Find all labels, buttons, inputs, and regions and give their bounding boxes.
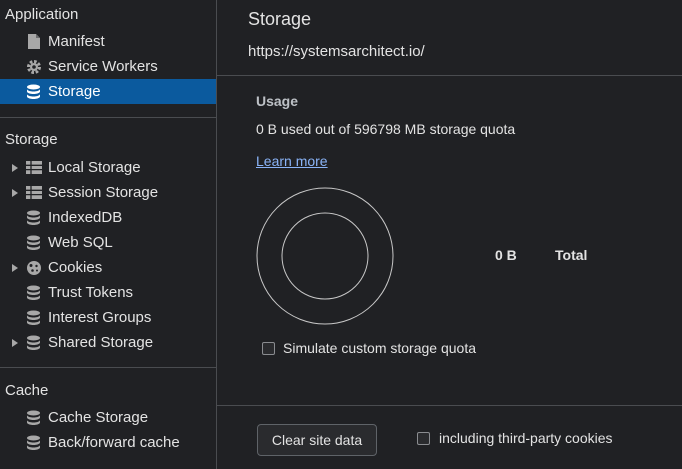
simulate-quota-label: Simulate custom storage quota [283,340,476,356]
sidebar-item-shared-storage[interactable]: Shared Storage [0,330,216,355]
sidebar-item-local-storage[interactable]: Local Storage [0,155,216,180]
sidebar-item-label: Local Storage [48,159,141,176]
database-icon [25,434,42,451]
storage-section-title: Storage [5,131,58,148]
usage-pie-chart [256,187,394,325]
learn-more-link[interactable]: Learn more [256,153,328,169]
expand-arrow-icon[interactable] [12,263,18,272]
expand-arrow-icon[interactable] [12,188,18,197]
sidebar-item-label: Back/forward cache [48,434,180,451]
database-icon [25,83,42,100]
sidebar-item-label: Storage [48,83,101,100]
database-icon [25,234,42,251]
third-party-cookies-row[interactable]: including third-party cookies [417,430,647,448]
clear-site-data-button[interactable]: Clear site data [257,424,377,456]
simulate-quota-checkbox[interactable] [262,342,275,355]
sidebar-item-session-storage[interactable]: Session Storage [0,180,216,205]
cache-section-title: Cache [5,382,49,399]
origin-url: https://systemsarchitect.io/ [248,43,425,60]
sidebar-item-indexeddb[interactable]: IndexedDB [0,205,216,230]
sidebar-item-label: Service Workers [48,58,158,75]
sidebar-item-label: Interest Groups [48,309,152,326]
sidebar-item-cache-storage[interactable]: Cache Storage [0,405,216,430]
sidebar-item-label: IndexedDB [48,209,123,226]
usage-summary: 0 B used out of 596798 MB storage quota [256,121,516,137]
database-icon [25,209,42,226]
sidebar-item-back-forward-cache[interactable]: Back/forward cache [0,430,216,455]
sidebar-divider [0,117,216,118]
gear-icon [25,58,42,75]
total-label: Total [555,247,588,263]
document-icon [25,33,42,50]
sidebar-item-label: Shared Storage [48,334,154,351]
grid-icon [25,184,42,201]
storage-panel: Storage https://systemsarchitect.io/ Usa… [217,0,682,469]
simulate-quota-row[interactable]: Simulate custom storage quota [262,340,522,358]
database-icon [25,409,42,426]
sidebar-item-cookies[interactable]: Cookies [0,255,216,280]
expand-arrow-icon[interactable] [12,163,18,172]
third-party-cookies-label: including third-party cookies [439,430,613,446]
grid-icon [25,159,42,176]
sidebar-item-label: Trust Tokens [48,284,134,301]
expand-arrow-icon[interactable] [12,338,18,347]
sidebar-item-service-workers[interactable]: Service Workers [0,54,216,79]
application-section-title: Application [5,6,79,23]
footer-divider [217,405,682,406]
sidebar-item-manifest[interactable]: Manifest [0,29,216,54]
sidebar: Application Manifest Service Workers Sto… [0,0,217,469]
header-divider [217,75,682,76]
cookie-icon [25,259,42,276]
sidebar-item-interest-groups[interactable]: Interest Groups [0,305,216,330]
database-icon [25,284,42,301]
sidebar-divider [0,367,216,368]
sidebar-item-label: Cache Storage [48,409,149,426]
database-icon [25,334,42,351]
sidebar-item-label: Web SQL [48,234,113,251]
sidebar-item-label: Manifest [48,33,105,50]
sidebar-item-trust-tokens[interactable]: Trust Tokens [0,280,216,305]
usage-heading: Usage [256,93,299,109]
sidebar-item-web-sql[interactable]: Web SQL [0,230,216,255]
sidebar-item-label: Session Storage [48,184,159,201]
page-title: Storage [248,9,312,29]
third-party-cookies-checkbox[interactable] [417,432,430,445]
total-value: 0 B [495,247,517,263]
database-icon [25,309,42,326]
sidebar-item-storage[interactable]: Storage [0,79,216,104]
sidebar-item-label: Cookies [48,259,103,276]
